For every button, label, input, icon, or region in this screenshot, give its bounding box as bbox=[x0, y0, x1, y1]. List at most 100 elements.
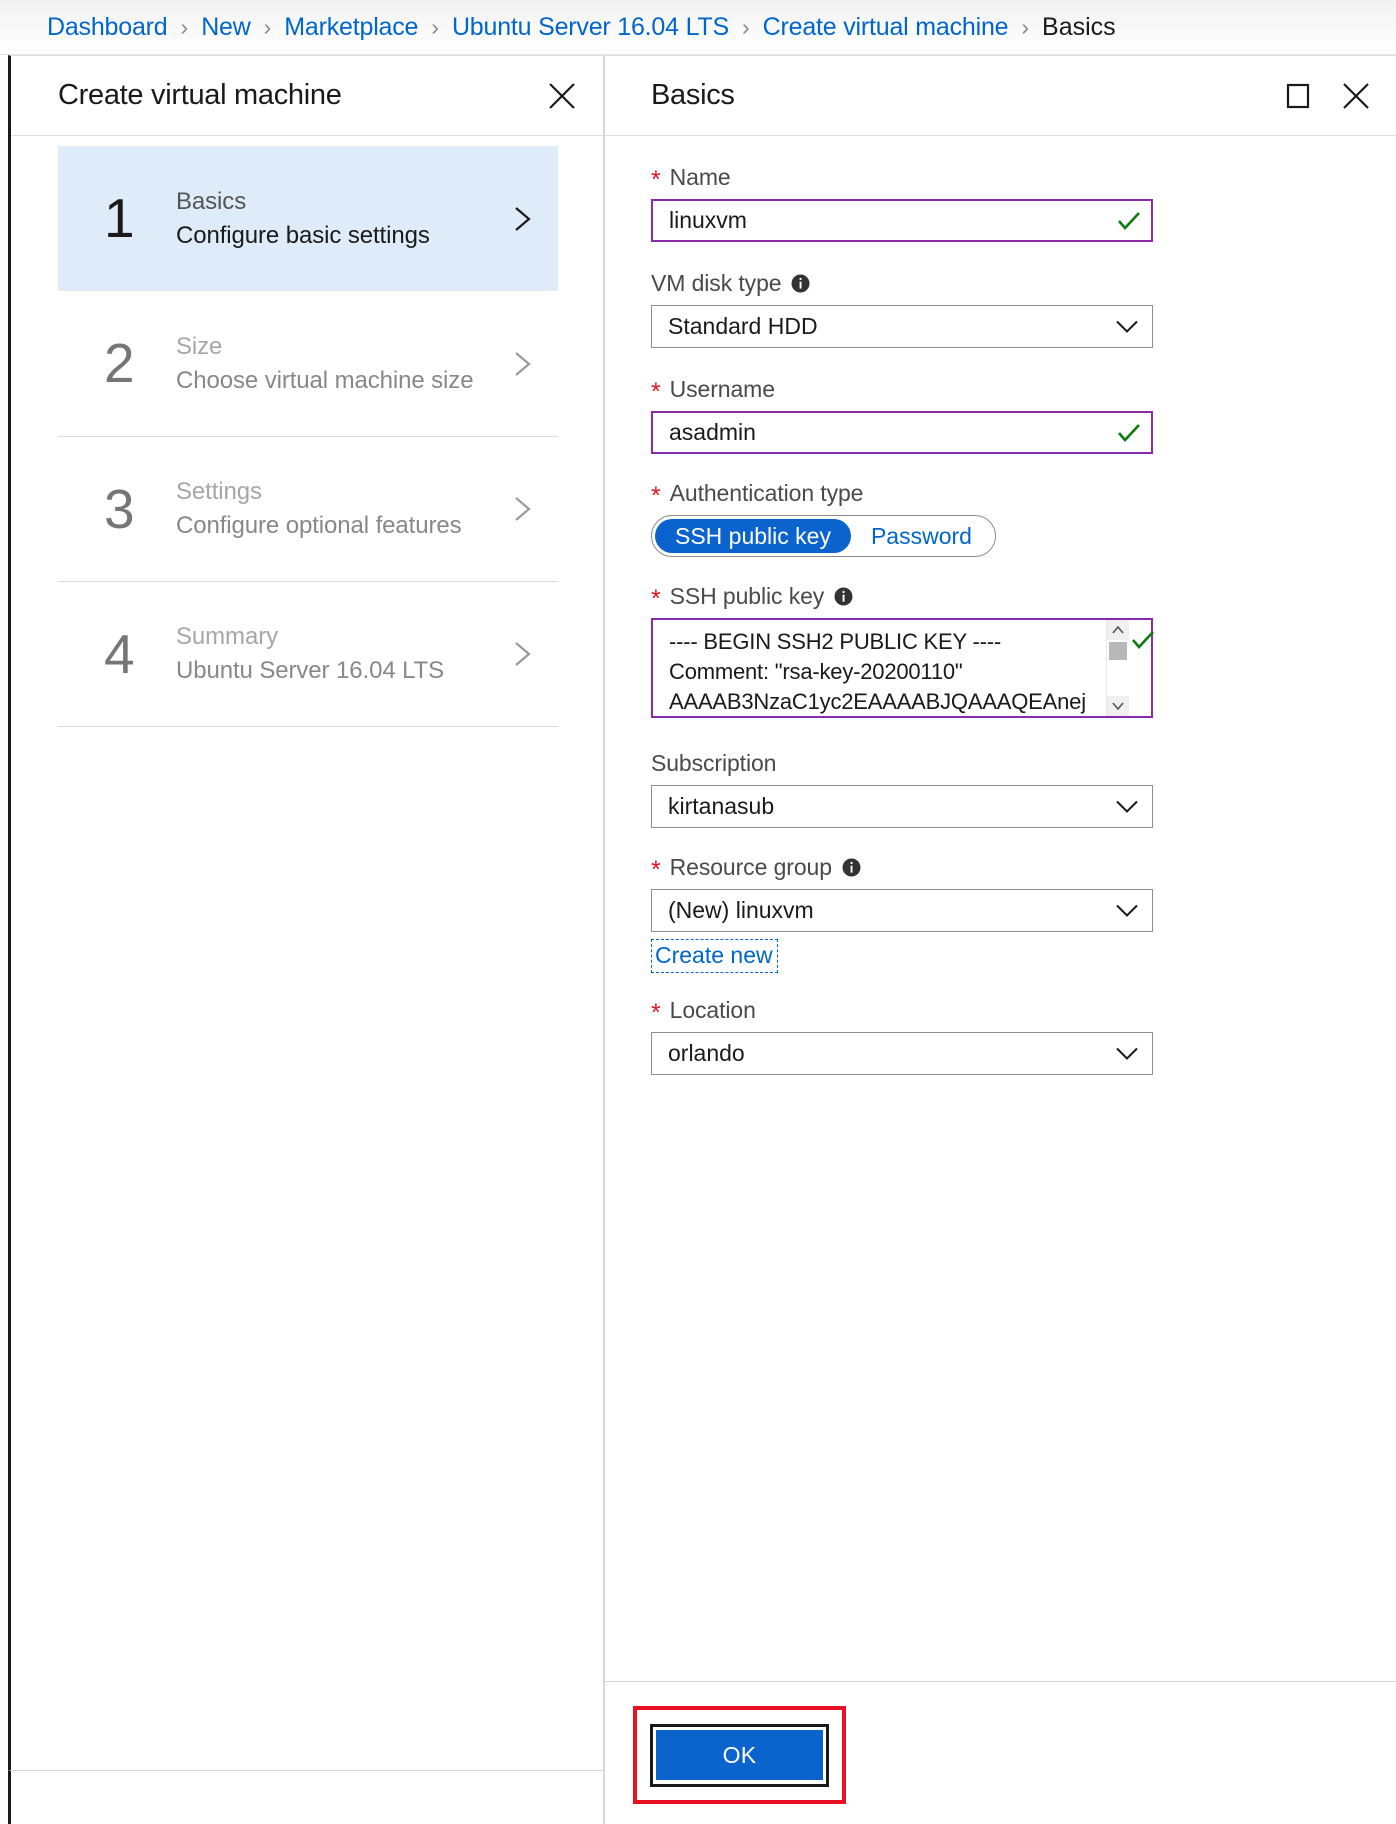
basics-blade: Basics * Name linuxvm VM disk type Stand… bbox=[604, 55, 1396, 1824]
ok-button[interactable]: OK bbox=[656, 1730, 823, 1780]
sidebar-item-summary[interactable]: 4 Summary Ubuntu Server 16.04 LTS bbox=[58, 581, 558, 726]
chevron-right-icon bbox=[504, 636, 540, 672]
required-indicator: * bbox=[651, 999, 661, 1027]
required-indicator: * bbox=[651, 378, 661, 406]
maximize-icon[interactable] bbox=[1280, 78, 1316, 114]
step-number: 3 bbox=[104, 477, 135, 540]
info-icon[interactable] bbox=[834, 587, 853, 606]
breadcrumb: Dashboard › New › Marketplace › Ubuntu S… bbox=[0, 0, 1396, 55]
step-name: Settings bbox=[176, 478, 262, 505]
breadcrumb-item-create-virtual-machine[interactable]: Create virtual machine bbox=[763, 13, 1009, 42]
field-label-authentication-type: * Authentication type bbox=[651, 480, 1153, 510]
field-label-name: * Name bbox=[651, 164, 1153, 194]
authentication-type-toggle: SSH public key Password bbox=[651, 515, 996, 557]
step-description: Choose virtual machine size bbox=[176, 366, 474, 394]
scrollbar-thumb[interactable] bbox=[1108, 642, 1127, 660]
vm-disk-type-select[interactable]: Standard HDD bbox=[651, 305, 1153, 348]
ok-button-highlight: OK bbox=[633, 1706, 846, 1804]
breadcrumb-item-ubuntu-server[interactable]: Ubuntu Server 16.04 LTS bbox=[452, 13, 729, 42]
field-subscription: Subscription kirtanasub bbox=[651, 750, 1153, 828]
label-text: Authentication type bbox=[669, 480, 864, 506]
basics-blade-header: Basics bbox=[605, 56, 1396, 136]
basics-form: * Name VM disk type bbox=[651, 164, 1156, 1075]
sidebar-item-settings[interactable]: 3 Settings Configure optional features bbox=[58, 436, 558, 581]
basics-title: Basics bbox=[651, 79, 735, 111]
blade-container: Create virtual machine 1 Basics Configur… bbox=[0, 55, 1396, 1824]
step-description: Ubuntu Server 16.04 LTS bbox=[176, 657, 445, 684]
breadcrumb-separator-icon: › bbox=[180, 13, 189, 40]
resource-group-select[interactable]: (New) linuxvm bbox=[651, 889, 1153, 932]
step-name: Size bbox=[176, 332, 223, 360]
select-value: Standard HDD bbox=[668, 313, 818, 339]
ssh-key-line: ---- BEGIN SSH2 PUBLIC KEY ---- bbox=[669, 629, 1001, 654]
scroll-up-icon[interactable] bbox=[1106, 620, 1129, 640]
chevron-right-icon bbox=[504, 346, 540, 382]
step-number: 2 bbox=[104, 332, 135, 394]
label-text: SSH public key bbox=[669, 583, 825, 609]
field-resource-group: * Resource group (New) linuxvm Create ne… bbox=[651, 854, 1153, 973]
name-input[interactable] bbox=[651, 199, 1153, 242]
breadcrumb-item-dashboard[interactable]: Dashboard bbox=[47, 13, 168, 42]
field-location: * Location orlando bbox=[651, 997, 1153, 1075]
breadcrumb-separator-icon: › bbox=[741, 13, 750, 40]
breadcrumb-item-basics-current: Basics bbox=[1042, 12, 1116, 41]
ssh-key-line: Comment: "rsa-key-20200110" bbox=[669, 659, 963, 684]
field-label-resource-group: * Resource group bbox=[651, 854, 1153, 884]
valid-check-icon bbox=[1130, 627, 1156, 653]
required-indicator: * bbox=[651, 856, 661, 884]
label-text: Name bbox=[669, 164, 731, 190]
label-text: VM disk type bbox=[651, 270, 782, 296]
select-value: kirtanasub bbox=[668, 793, 775, 819]
field-ssh-public-key: * SSH public key ---- BEGIN SSH2 PUBLIC … bbox=[651, 583, 1156, 718]
textarea-scrollbar[interactable] bbox=[1106, 620, 1129, 716]
location-select[interactable]: orlando bbox=[651, 1032, 1153, 1075]
field-label-username: * Username bbox=[651, 376, 1153, 406]
step-name: Basics bbox=[176, 187, 247, 215]
step-number: 4 bbox=[104, 622, 135, 685]
subscription-select[interactable]: kirtanasub bbox=[651, 785, 1153, 828]
create-vm-blade-footer bbox=[8, 1770, 604, 1824]
breadcrumb-item-marketplace[interactable]: Marketplace bbox=[284, 13, 418, 42]
field-label-vm-disk-type: VM disk type bbox=[651, 270, 1153, 297]
field-username: * Username bbox=[651, 376, 1153, 454]
page-title: Create virtual machine bbox=[58, 79, 342, 111]
label-text: Username bbox=[669, 376, 775, 402]
field-authentication-type: * Authentication type SSH public key Pas… bbox=[651, 480, 1153, 557]
breadcrumb-item-new[interactable]: New bbox=[201, 13, 251, 42]
ssh-public-key-textarea[interactable]: ---- BEGIN SSH2 PUBLIC KEY ---- Comment:… bbox=[651, 618, 1153, 718]
auth-option-password[interactable]: Password bbox=[851, 519, 992, 553]
required-indicator: * bbox=[651, 585, 661, 613]
sidebar-item-basics[interactable]: 1 Basics Configure basic settings bbox=[58, 146, 558, 291]
info-icon[interactable] bbox=[842, 858, 861, 877]
required-indicator: * bbox=[651, 482, 661, 510]
scroll-down-icon[interactable] bbox=[1106, 696, 1129, 716]
label-text: Subscription bbox=[651, 750, 777, 776]
auth-option-ssh-public-key[interactable]: SSH public key bbox=[655, 519, 851, 553]
field-label-location: * Location bbox=[651, 997, 1153, 1027]
ok-button-focus-ring: OK bbox=[650, 1723, 829, 1787]
breadcrumb-separator-icon: › bbox=[431, 13, 439, 40]
close-icon[interactable] bbox=[1338, 78, 1374, 114]
select-value: (New) linuxvm bbox=[668, 897, 814, 923]
breadcrumb-separator-icon: › bbox=[1021, 13, 1030, 40]
chevron-right-icon bbox=[504, 201, 540, 237]
info-icon[interactable] bbox=[791, 274, 810, 293]
field-name: * Name bbox=[651, 164, 1153, 242]
create-new-resource-group-link[interactable]: Create new bbox=[651, 939, 778, 973]
close-icon[interactable] bbox=[544, 78, 580, 114]
create-vm-blade-header: Create virtual machine bbox=[11, 56, 603, 136]
required-indicator: * bbox=[651, 166, 661, 194]
step-description: Configure optional features bbox=[176, 512, 462, 539]
breadcrumb-separator-icon: › bbox=[263, 13, 272, 40]
basics-blade-footer: OK bbox=[605, 1681, 1396, 1824]
sidebar-item-size[interactable]: 2 Size Choose virtual machine size bbox=[58, 291, 558, 436]
step-name: Summary bbox=[176, 623, 278, 650]
create-vm-blade: Create virtual machine 1 Basics Configur… bbox=[8, 55, 604, 1770]
field-vm-disk-type: VM disk type Standard HDD bbox=[651, 270, 1153, 348]
select-value: orlando bbox=[668, 1040, 745, 1066]
username-input[interactable] bbox=[651, 411, 1153, 454]
chevron-right-icon bbox=[504, 491, 540, 527]
field-label-ssh-public-key: * SSH public key bbox=[651, 583, 1153, 613]
field-label-subscription: Subscription bbox=[651, 750, 1153, 777]
label-text: Location bbox=[669, 997, 756, 1023]
